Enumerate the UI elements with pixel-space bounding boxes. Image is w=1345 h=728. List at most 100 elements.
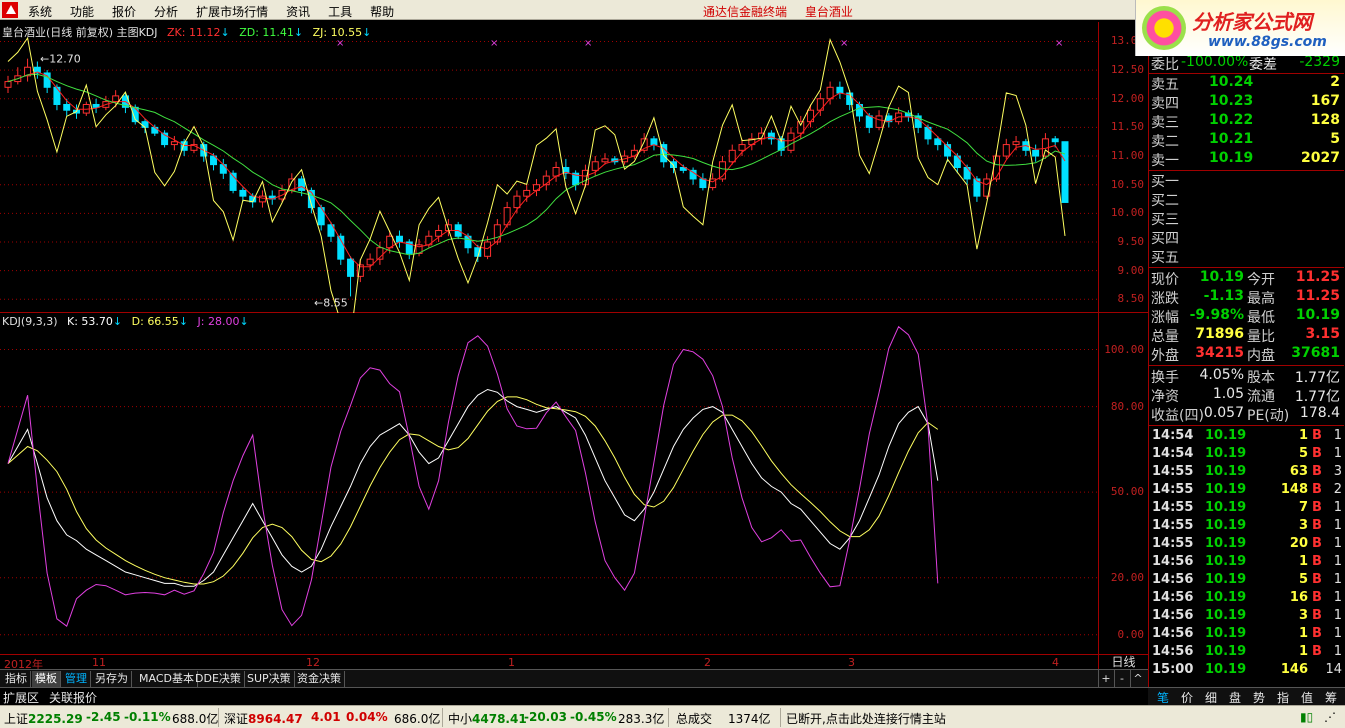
kdj-pane[interactable]: KDJ(9,3,3) K: 53.70↓ D: 66.55↓ J: 28.00↓ [0, 313, 1098, 654]
sh-index[interactable]: 上证2225.29 [4, 710, 83, 727]
candle-body[interactable] [523, 189, 531, 197]
candle-body[interactable] [689, 169, 697, 180]
menu-item-2[interactable]: 报价 [112, 3, 136, 20]
price-pane[interactable]: 皇台酒业(日线 前复权) 主图KDJ ZK: 11.12↓ ZD: 11.41↓… [0, 22, 1098, 341]
menu-item-6[interactable]: 工具 [328, 3, 352, 20]
sz-index[interactable]: 深证8964.47 [224, 710, 303, 727]
bid-row[interactable]: 买一 [1149, 171, 1344, 190]
brand-banner[interactable]: 分析家公式网 www.88gs.com [1135, 0, 1345, 56]
zoom-in-button[interactable]: + [1098, 670, 1113, 688]
menu-item-5[interactable]: 资讯 [286, 3, 310, 20]
tab-5[interactable]: DDE决策 [192, 671, 245, 687]
candle-body[interactable] [1051, 138, 1059, 143]
quote-tab-7[interactable]: 筹 [1320, 689, 1342, 706]
trade-row[interactable]: 14:55 10.19 148 B 2 [1149, 482, 1344, 500]
candle-body[interactable] [699, 178, 707, 189]
candle-body[interactable] [934, 138, 942, 146]
trade-row[interactable]: 14:56 10.19 5 B 1 [1149, 572, 1344, 590]
ask-row[interactable]: 卖二 10.21 5 [1149, 131, 1344, 150]
chart-area[interactable]: 皇台酒业(日线 前复权) 主图KDJ ZK: 11.12↓ ZD: 11.41↓… [0, 22, 1098, 654]
quote-tab-6[interactable]: 值 [1296, 689, 1318, 706]
candle-body[interactable] [591, 161, 599, 171]
candle-body[interactable] [298, 178, 306, 191]
candle-body[interactable] [865, 115, 873, 128]
tab-1[interactable]: 模板 [32, 671, 61, 687]
menu-item-0[interactable]: 系统 [28, 3, 52, 20]
resize-grip-icon[interactable]: ⋰ [1324, 710, 1336, 724]
trade-row[interactable]: 14:55 10.19 20 B 1 [1149, 536, 1344, 554]
tab-6[interactable]: SUP决策 [244, 671, 295, 687]
trade-row[interactable]: 14:55 10.19 7 B 1 [1149, 500, 1344, 518]
candle-body[interactable] [239, 189, 247, 197]
tab-2[interactable]: 管理 [62, 671, 91, 687]
bid-row[interactable]: 买四 [1149, 228, 1344, 247]
quote-tab-3[interactable]: 盘 [1224, 689, 1246, 706]
ask-row[interactable]: 卖四 10.23 167 [1149, 93, 1344, 112]
quote-tab-4[interactable]: 势 [1248, 689, 1270, 706]
tab-7[interactable]: 资金决策 [294, 671, 345, 687]
candle-body[interactable] [787, 132, 795, 151]
candle-body[interactable] [53, 86, 61, 105]
trade-row[interactable]: 14:55 10.19 63 B 3 [1149, 464, 1344, 482]
trade-row[interactable]: 15:00 10.19 146 14 [1149, 662, 1344, 680]
price-chart[interactable]: ←12.70←8.55× × × × × [0, 22, 1098, 341]
menu-item-7[interactable]: 帮助 [370, 3, 394, 20]
tab-extension-area[interactable]: 扩展区 [3, 689, 39, 706]
trade-row[interactable]: 14:56 10.19 1 B 1 [1149, 626, 1344, 644]
trade-row[interactable]: 14:56 10.19 16 B 1 [1149, 590, 1344, 608]
ask-row[interactable]: 卖一 10.19 2027 [1149, 150, 1344, 169]
tab-3[interactable]: 另存为 [92, 671, 132, 687]
candle-body[interactable] [513, 195, 521, 209]
candle-body[interactable] [112, 95, 120, 103]
candle-body[interactable] [170, 141, 178, 146]
candle-body[interactable] [1061, 141, 1069, 203]
bid-row[interactable]: 买二 [1149, 190, 1344, 209]
candle-body[interactable] [601, 158, 609, 163]
kdj-chart[interactable] [0, 313, 1098, 654]
candle-body[interactable] [836, 86, 844, 94]
zx-index[interactable]: 中小4478.41 [448, 710, 527, 727]
zoom-out-button[interactable]: - [1114, 670, 1129, 688]
candle-body[interactable] [992, 155, 1000, 180]
quote-tab-0[interactable]: 笔 [1152, 689, 1174, 706]
candle-body[interactable] [347, 258, 355, 277]
candle-body[interactable] [63, 103, 71, 111]
candle-body[interactable] [875, 115, 883, 128]
period-label[interactable]: 日线 [1098, 654, 1148, 669]
tab-4[interactable]: MACD基本 [136, 671, 198, 687]
trade-row[interactable]: 14:55 10.19 3 B 1 [1149, 518, 1344, 536]
expand-button[interactable]: ^ [1130, 670, 1145, 688]
trade-row[interactable]: 14:54 10.19 1 B 1 [1149, 428, 1344, 446]
candle-body[interactable] [630, 149, 638, 157]
candle-body[interactable] [366, 258, 374, 266]
tab-0[interactable]: 指标 [2, 671, 31, 687]
candle-body[interactable] [4, 81, 12, 88]
candle-body[interactable] [395, 235, 403, 243]
candle-body[interactable] [219, 164, 227, 174]
quote-tab-1[interactable]: 价 [1176, 689, 1198, 706]
trade-row[interactable]: 14:56 10.19 1 B 1 [1149, 554, 1344, 572]
candle-body[interactable] [963, 167, 971, 180]
quote-tab-5[interactable]: 指 [1272, 689, 1294, 706]
candle-body[interactable] [92, 103, 100, 108]
menu-item-3[interactable]: 分析 [154, 3, 178, 20]
bid-row[interactable]: 买三 [1149, 209, 1344, 228]
menu-item-4[interactable]: 扩展市场行情 [196, 3, 268, 20]
candle-body[interactable] [816, 98, 824, 111]
candle-body[interactable] [650, 138, 658, 146]
menu-item-1[interactable]: 功能 [70, 3, 94, 20]
candle-body[interactable] [1002, 144, 1010, 157]
quote-tab-2[interactable]: 细 [1200, 689, 1222, 706]
trade-row[interactable]: 14:56 10.19 3 B 1 [1149, 608, 1344, 626]
candle-body[interactable] [1032, 149, 1040, 157]
candle-body[interactable] [493, 224, 501, 243]
candle-body[interactable] [1012, 141, 1020, 146]
trade-row[interactable]: 14:56 10.19 1 B 1 [1149, 644, 1344, 662]
trade-row[interactable]: 14:54 10.19 5 B 1 [1149, 446, 1344, 464]
candle-body[interactable] [738, 144, 746, 151]
candle-body[interactable] [141, 121, 149, 128]
ask-row[interactable]: 卖五 10.24 2 [1149, 74, 1344, 93]
candle-body[interactable] [728, 149, 736, 163]
ask-row[interactable]: 卖三 10.22 128 [1149, 112, 1344, 131]
bid-row[interactable]: 买五 [1149, 247, 1344, 266]
